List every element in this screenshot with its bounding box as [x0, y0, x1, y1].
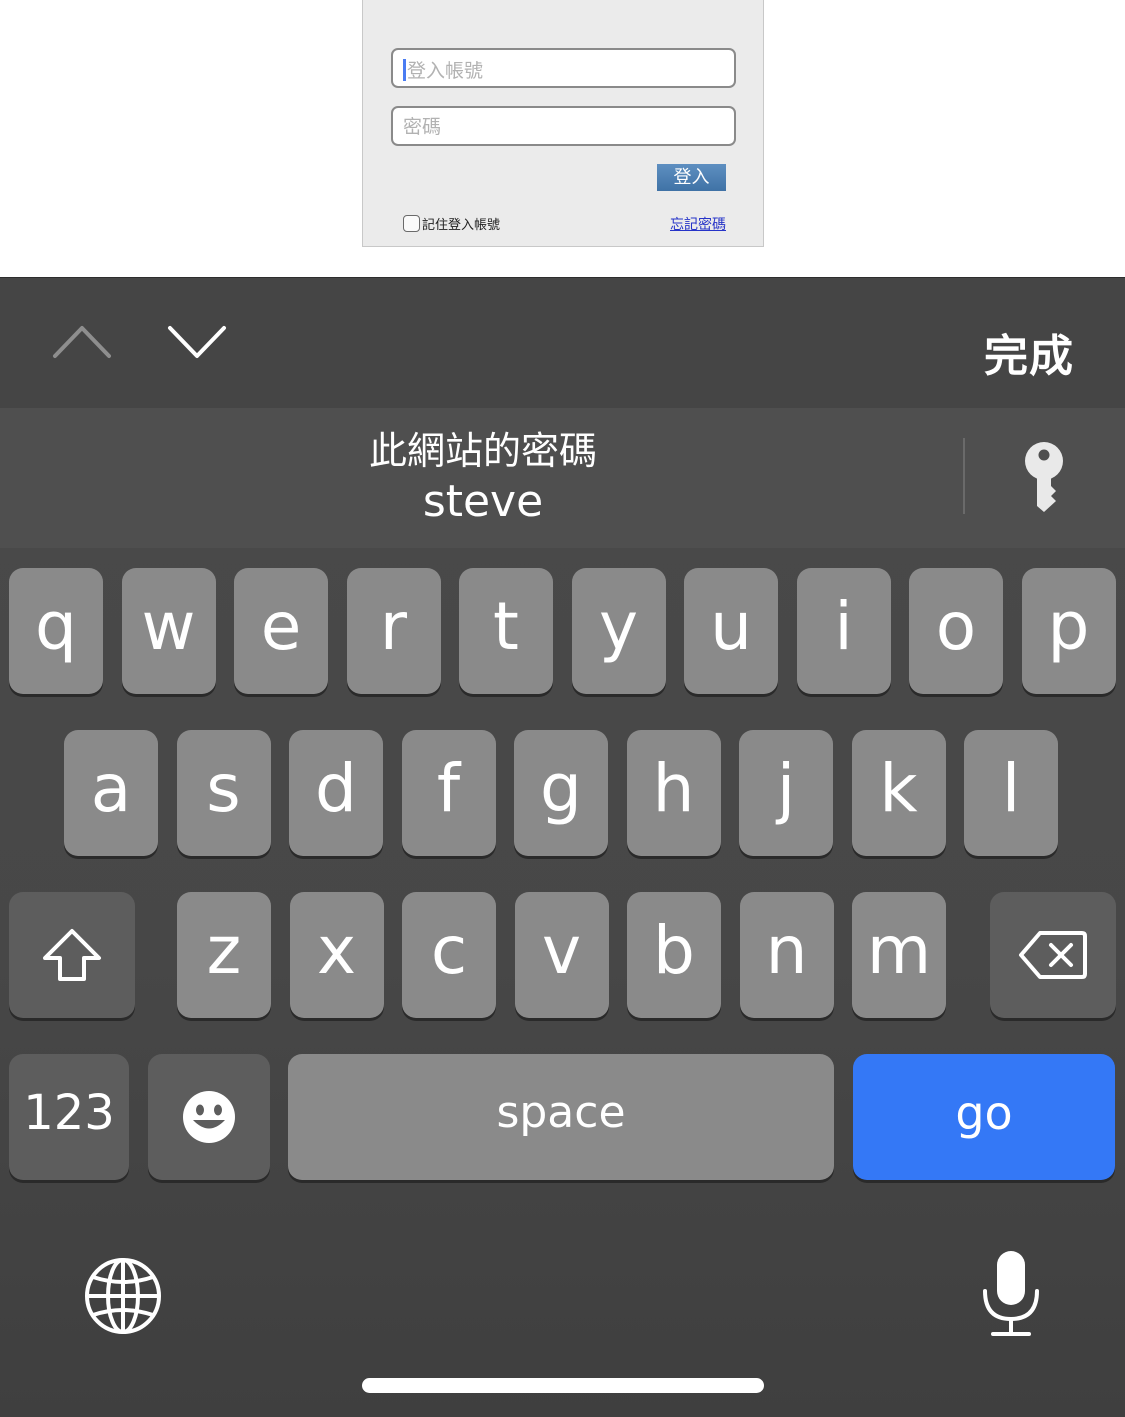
globe-button[interactable] [84, 1257, 162, 1339]
suggestion-divider [963, 438, 965, 514]
key-d[interactable]: d [289, 730, 383, 856]
saved-password-suggestion[interactable]: 此網站的密碼 steve [300, 426, 666, 528]
key-n-label: n [765, 912, 808, 989]
key-q[interactable]: q [9, 568, 103, 694]
username-placeholder: 登入帳號 [407, 60, 484, 82]
key-i-label: i [834, 588, 853, 665]
key-l-label: l [1001, 750, 1021, 827]
key-h-label: h [652, 750, 695, 827]
emoji-icon [183, 1091, 235, 1143]
key-icon [1025, 442, 1063, 512]
key-f[interactable]: f [401, 730, 496, 856]
shift-icon [43, 929, 101, 981]
key-s-label: s [206, 750, 241, 827]
key-i[interactable]: i [796, 568, 891, 694]
key-o-label: o [935, 588, 977, 665]
login-button[interactable]: 登入 [657, 164, 726, 191]
numbers-key-label: 123 [23, 1085, 115, 1141]
key-k-label: k [879, 750, 918, 827]
key-t-label: t [493, 588, 519, 665]
key-p-label: p [1047, 588, 1090, 665]
key-j-label: j [776, 750, 796, 827]
key-l[interactable]: l [964, 730, 1058, 856]
text-cursor [403, 59, 406, 81]
done-button[interactable]: 完成 [984, 320, 1074, 384]
go-key[interactable]: go [853, 1054, 1115, 1180]
numbers-key[interactable]: 123 [9, 1054, 129, 1180]
emoji-key[interactable] [148, 1054, 270, 1180]
key-y-label: y [598, 588, 639, 665]
key-p[interactable]: p [1021, 568, 1116, 694]
username-input[interactable]: 登入帳號 [391, 48, 736, 88]
key-e[interactable]: e [234, 568, 328, 694]
shift-key[interactable] [9, 892, 135, 1018]
key-h[interactable]: h [626, 730, 721, 856]
keyboard-accessory-bar: 完成 [0, 277, 1125, 408]
remember-account[interactable]: 記住登入帳號 [403, 213, 500, 233]
suggestion-username: steve [422, 476, 544, 527]
key-v[interactable]: v [514, 892, 609, 1018]
key-m[interactable]: m [852, 892, 946, 1018]
key-z[interactable]: z [177, 892, 271, 1018]
chevron-down-icon [168, 326, 226, 358]
chevron-up-icon [53, 326, 111, 358]
dictation-button[interactable] [980, 1249, 1042, 1343]
key-t[interactable]: t [459, 568, 553, 694]
key-q-label: q [35, 588, 77, 665]
password-placeholder: 密碼 [403, 116, 442, 138]
key-f-label: f [436, 750, 461, 827]
key-u-label: u [710, 588, 752, 665]
delete-key[interactable] [990, 892, 1116, 1018]
space-key-label: space [496, 1087, 626, 1138]
key-e-label: e [260, 588, 302, 665]
key-g[interactable]: g [514, 730, 608, 856]
key-z-label: z [206, 912, 242, 989]
key-n[interactable]: n [739, 892, 834, 1018]
go-key-label: go [955, 1086, 1013, 1140]
key-c-label: c [430, 912, 468, 989]
key-u[interactable]: u [684, 568, 778, 694]
key-w-label: w [141, 588, 196, 665]
key-w[interactable]: w [121, 568, 216, 694]
remember-checkbox[interactable] [403, 214, 420, 232]
key-b-label: b [653, 912, 695, 989]
globe-icon [85, 1258, 161, 1334]
key-b[interactable]: b [627, 892, 721, 1018]
key-x[interactable]: x [289, 892, 384, 1018]
key-v-label: v [541, 912, 582, 989]
next-field-button[interactable] [166, 322, 228, 362]
key-o[interactable]: o [909, 568, 1003, 694]
key-g-label: g [540, 750, 582, 827]
key-a[interactable]: a [64, 730, 158, 856]
key-j[interactable]: j [739, 730, 833, 856]
microphone-icon [983, 1251, 1039, 1336]
backspace-icon [1019, 931, 1087, 979]
key-x-label: x [316, 912, 357, 989]
key-s[interactable]: s [176, 730, 271, 856]
key-r-label: r [379, 588, 408, 665]
key-d-label: d [315, 750, 357, 827]
space-key[interactable]: space [288, 1054, 834, 1180]
forgot-password-link[interactable]: 忘記密碼 [670, 214, 726, 234]
key-a-label: a [90, 750, 132, 827]
key-m-label: m [866, 912, 932, 989]
password-suggestion-bar: 此網站的密碼 steve [0, 408, 1125, 548]
key-k[interactable]: k [851, 730, 946, 856]
key-c[interactable]: c [402, 892, 496, 1018]
previous-field-button[interactable] [51, 322, 113, 362]
passwords-button[interactable] [1020, 442, 1068, 514]
suggestion-title: 此網站的密碼 [368, 429, 597, 473]
keyboard-area: 完成 此網站的密碼 steve qwer t yu i op asd f gh j k l zxcvb… [0, 277, 1125, 1417]
key-y[interactable]: y [571, 568, 666, 694]
password-input[interactable]: 密碼 [391, 106, 736, 146]
home-indicator[interactable] [362, 1378, 764, 1393]
login-panel: 登入帳號 密碼 登入 記住登入帳號 忘記密碼 [362, 0, 764, 247]
key-r[interactable]: r [346, 568, 441, 694]
remember-label: 記住登入帳號 [422, 217, 501, 233]
